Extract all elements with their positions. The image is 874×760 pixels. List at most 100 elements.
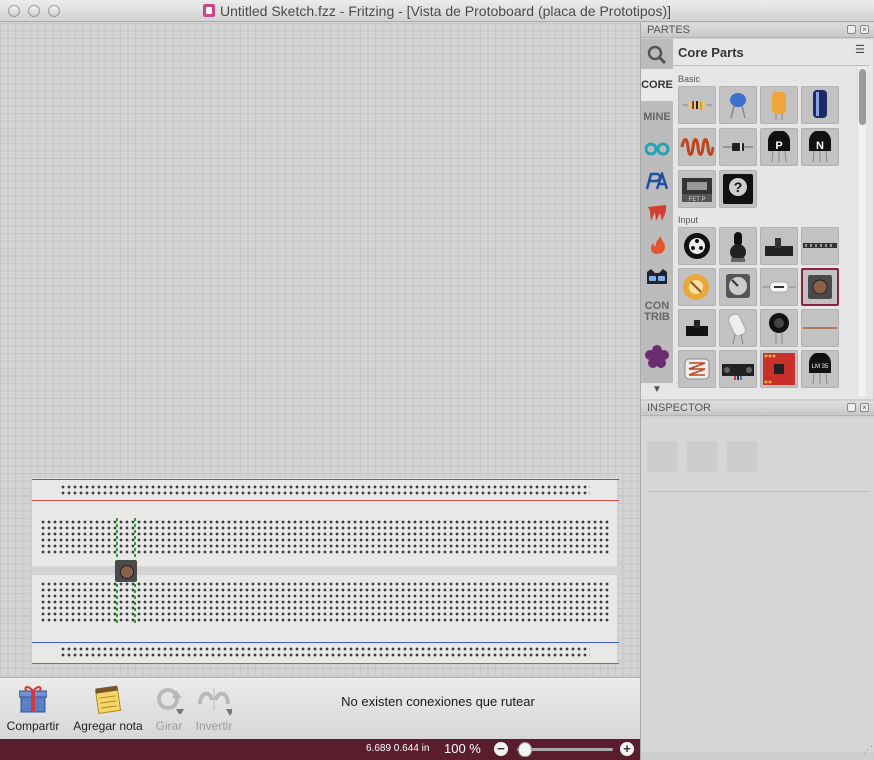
force-sensor-icon — [769, 313, 789, 344]
parts-bin: Core Parts ☰ Basic P N FET P ? Input LM … — [673, 39, 873, 399]
flip-button[interactable]: Invertir — [190, 678, 238, 738]
float-dock-button[interactable] — [847, 25, 856, 34]
bin-title: Core Parts — [678, 45, 744, 60]
toggle-switch-icon — [686, 320, 708, 336]
joystick-icon — [730, 232, 746, 262]
parts-scrollbar-thumb[interactable] — [859, 69, 866, 125]
inspector-panel — [641, 417, 874, 752]
npn-transistor-part[interactable]: N — [801, 128, 839, 166]
top-power-rail-holes[interactable] — [60, 484, 590, 496]
inspector-divider — [647, 491, 869, 492]
flower-bin-tab[interactable] — [641, 341, 673, 373]
keypad-part[interactable] — [801, 227, 839, 265]
zoom-in-button[interactable]: + — [620, 742, 634, 756]
diode-icon — [723, 143, 753, 151]
bin-scroll-down-button[interactable]: ▼ — [641, 384, 673, 399]
arduino-icon — [644, 142, 670, 156]
snootlab-bin-tab[interactable] — [641, 261, 673, 293]
rotary-encoder-part[interactable] — [678, 227, 716, 265]
force-sensor-part[interactable] — [760, 309, 798, 347]
inspector-float-button[interactable] — [847, 403, 856, 412]
pushbutton-part-selected[interactable] — [801, 268, 839, 306]
switch-part[interactable] — [678, 309, 716, 347]
arduino-bin-tab[interactable] — [641, 133, 673, 165]
window-title: Untitled Sketch.fzz - Fritzing - [Vista … — [0, 3, 874, 19]
seeed-icon — [648, 205, 666, 221]
fritzing-document-icon — [202, 4, 215, 17]
zoom-level: 100 % — [444, 741, 481, 756]
share-label: Compartir — [6, 719, 60, 733]
seeed-bin-tab[interactable] — [641, 197, 673, 229]
contrib-tab-label: CON TRIB — [644, 300, 670, 323]
sparkfun-flame-icon — [650, 236, 665, 254]
reed-switch-part[interactable] — [760, 268, 798, 306]
pushbutton-part[interactable] — [115, 560, 137, 582]
pnp-transistor-part[interactable]: P — [760, 128, 798, 166]
top-terminal-holes[interactable] — [40, 519, 610, 555]
parts-scrollbar[interactable] — [857, 67, 866, 397]
temperature-sensor-part[interactable]: LM 35 — [801, 350, 839, 388]
section-input-label: Input — [678, 215, 699, 225]
glasses-icon — [647, 269, 667, 284]
trimmer-potentiometer-part[interactable] — [678, 268, 716, 306]
mine-bin-tab[interactable]: MINE — [641, 101, 673, 133]
joystick-part[interactable] — [719, 227, 757, 265]
bottom-rail-blue-line — [32, 642, 619, 643]
npn-label: N — [816, 140, 824, 152]
tantalum-capacitor-part[interactable] — [760, 86, 798, 124]
flex-sensor-part[interactable] — [801, 309, 839, 347]
ceramic-capacitor-part[interactable] — [719, 86, 757, 124]
bottom-terminal-holes[interactable] — [40, 581, 610, 623]
bin-menu-icon[interactable]: ☰ — [855, 43, 865, 56]
resistor-part[interactable] — [678, 86, 716, 124]
slide-potentiometer-part[interactable] — [760, 227, 798, 265]
inspector-breadboard-view-thumb — [647, 441, 678, 472]
pnp-label: P — [775, 140, 782, 152]
share-button[interactable]: Compartir — [2, 678, 64, 738]
fet-transistor-part[interactable]: FET P — [678, 170, 716, 208]
slide-switch-icon — [765, 238, 793, 256]
npn-transistor-icon: N — [809, 131, 831, 163]
close-dock-button[interactable]: × — [860, 25, 869, 34]
core-bin-tab[interactable]: CORE — [641, 69, 673, 101]
bottom-power-rail-holes[interactable] — [60, 646, 590, 658]
pnp-transistor-icon: P — [768, 131, 790, 163]
section-basic-label: Basic — [678, 74, 701, 84]
keypad-icon — [803, 243, 837, 248]
add-note-button[interactable]: Agregar nota — [70, 678, 146, 738]
bin-divider — [673, 65, 869, 66]
flip-icon — [198, 688, 232, 716]
search-icon — [647, 45, 667, 65]
sparkfun-bin-tab[interactable] — [641, 229, 673, 261]
bottom-rail-red-line — [32, 663, 619, 664]
cursor-coordinates: 6.689 0.644 in — [366, 743, 430, 754]
fet-icon: FET P — [682, 178, 712, 203]
mystery-part[interactable]: ? — [719, 170, 757, 208]
photocell-part[interactable] — [678, 350, 716, 388]
accelerometer-part[interactable] — [760, 350, 798, 388]
ir-sensor-part[interactable] — [719, 350, 757, 388]
note-icon — [95, 685, 122, 714]
tilt-switch-icon — [728, 313, 746, 344]
rotate-label: Girar — [155, 719, 183, 733]
electrolytic-capacitor-part[interactable] — [801, 86, 839, 124]
electrolytic-capacitor-icon — [772, 92, 786, 120]
flip-label: Invertir — [195, 719, 233, 733]
inspector-close-button[interactable]: × — [860, 403, 869, 412]
pa-bin-tab[interactable] — [641, 165, 673, 197]
core-tab-label: CORE — [641, 79, 673, 91]
flex-sensor-icon — [803, 327, 837, 329]
zoom-slider-thumb[interactable] — [518, 742, 532, 757]
add-note-label: Agregar nota — [73, 719, 143, 733]
search-bin-tab[interactable] — [641, 39, 673, 71]
inductor-part[interactable] — [678, 128, 716, 166]
rotary-potentiometer-part[interactable] — [719, 268, 757, 306]
tilt-switch-part[interactable] — [719, 309, 757, 347]
bottom-toolbar: Compartir Agregar nota Girar Invertir No… — [0, 677, 640, 739]
diode-part[interactable] — [719, 128, 757, 166]
contrib-bin-tab[interactable]: CON TRIB — [641, 296, 673, 328]
zoom-out-button[interactable]: − — [494, 742, 508, 756]
rotary-encoder-icon — [684, 233, 710, 259]
resize-grip-icon[interactable]: ⋰ — [863, 745, 873, 756]
rotate-button[interactable]: Girar — [150, 678, 188, 738]
